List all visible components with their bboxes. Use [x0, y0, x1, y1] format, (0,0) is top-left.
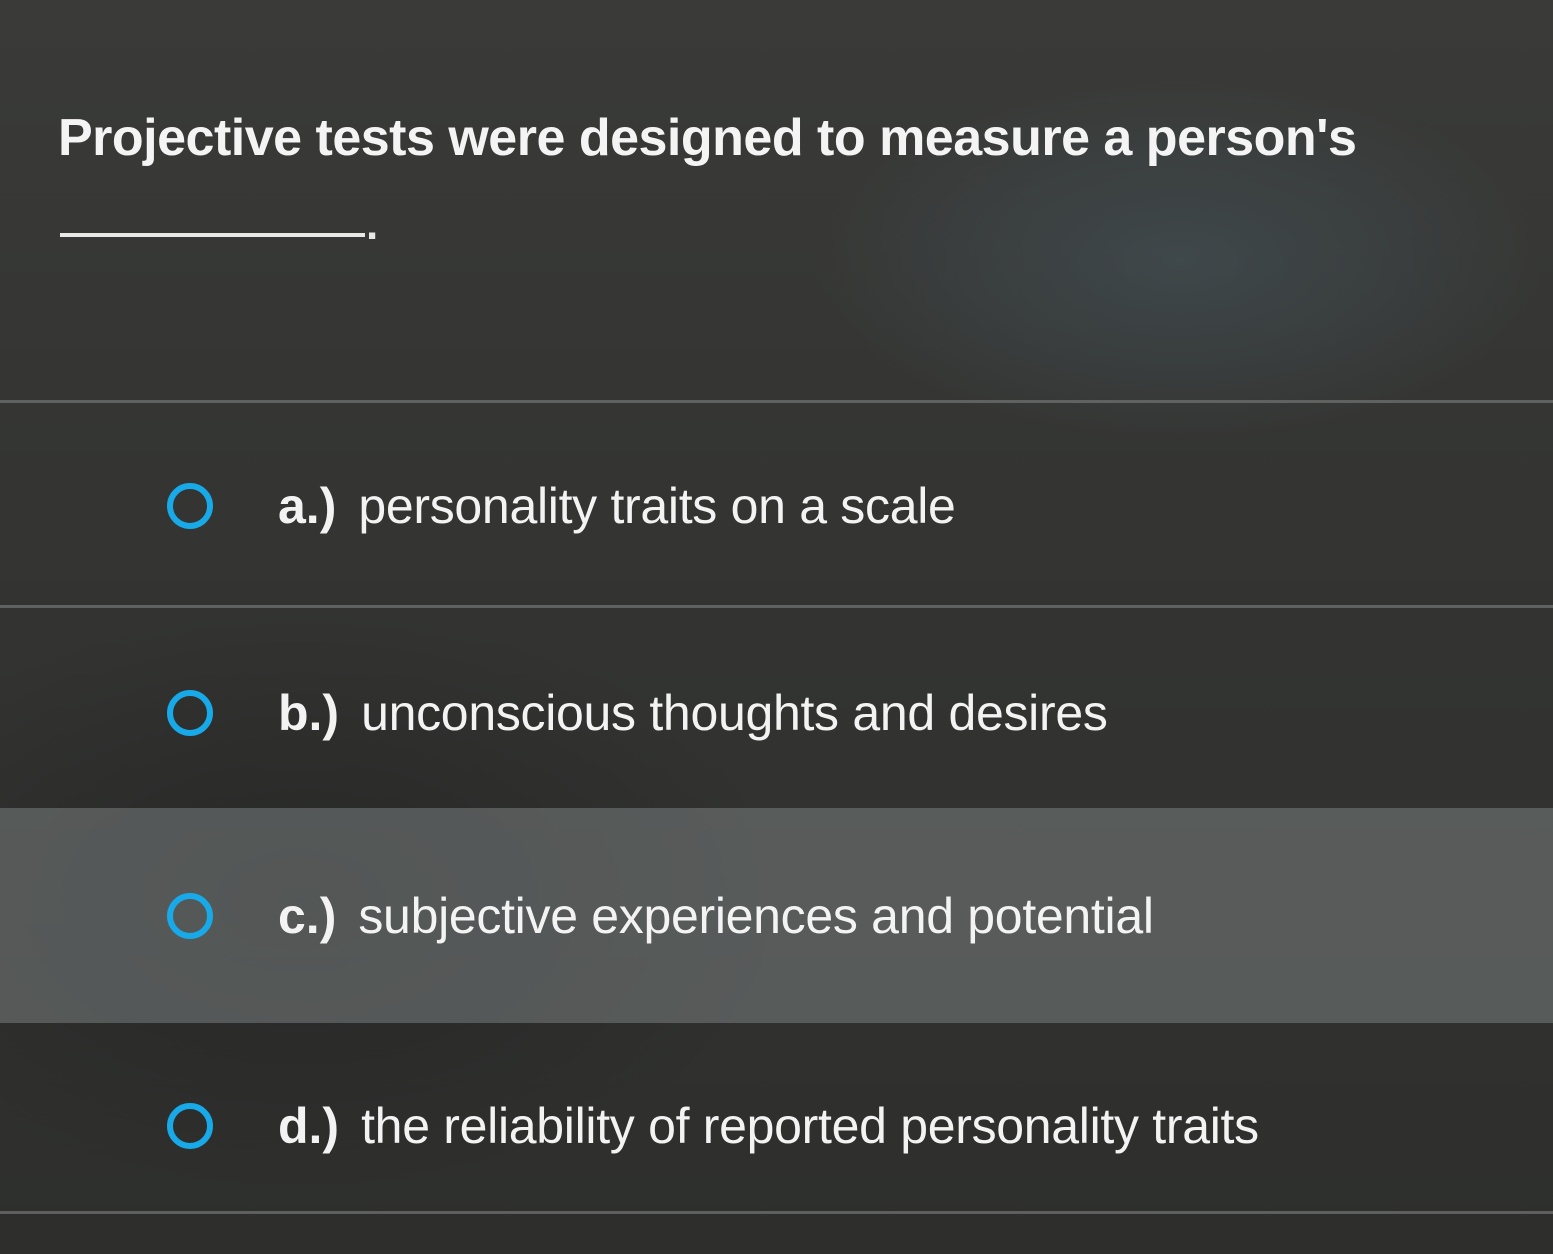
- option-letter: a.): [278, 477, 337, 534]
- option-letter: c.): [278, 887, 337, 944]
- radio-button-icon[interactable]: [167, 482, 213, 529]
- divider: [0, 605, 1553, 608]
- option-a[interactable]: a.) personality traits on a scale: [0, 403, 1553, 608]
- option-text: subjective experiences and potential: [358, 887, 1154, 944]
- option-b[interactable]: b.) unconscious thoughts and desires: [0, 610, 1553, 815]
- radio-button-icon[interactable]: [167, 892, 213, 939]
- radio-button-icon[interactable]: [167, 1102, 213, 1149]
- option-label: d.) the reliability of reported personali…: [278, 1096, 1259, 1156]
- option-label: c.) subjective experiences and potential: [278, 886, 1154, 946]
- answer-blank: [60, 233, 365, 237]
- option-text: the reliability of reported personality …: [361, 1097, 1259, 1154]
- radio-button-icon[interactable]: [167, 689, 213, 736]
- option-c[interactable]: c.) subjective experiences and potential: [0, 808, 1553, 1023]
- option-label: a.) personality traits on a scale: [278, 476, 956, 536]
- option-label: b.) unconscious thoughts and desires: [278, 683, 1108, 743]
- divider: [0, 1211, 1553, 1214]
- screen: Projective tests were designed to measur…: [0, 0, 1553, 1254]
- option-text: unconscious thoughts and desires: [361, 684, 1108, 741]
- blank-period: .: [366, 200, 379, 249]
- option-text: personality traits on a scale: [358, 477, 956, 534]
- option-d[interactable]: d.) the reliability of reported personali…: [0, 1023, 1553, 1228]
- question-text: Projective tests were designed to measur…: [58, 109, 1357, 167]
- option-letter: b.): [278, 684, 340, 741]
- option-letter: d.): [278, 1097, 340, 1154]
